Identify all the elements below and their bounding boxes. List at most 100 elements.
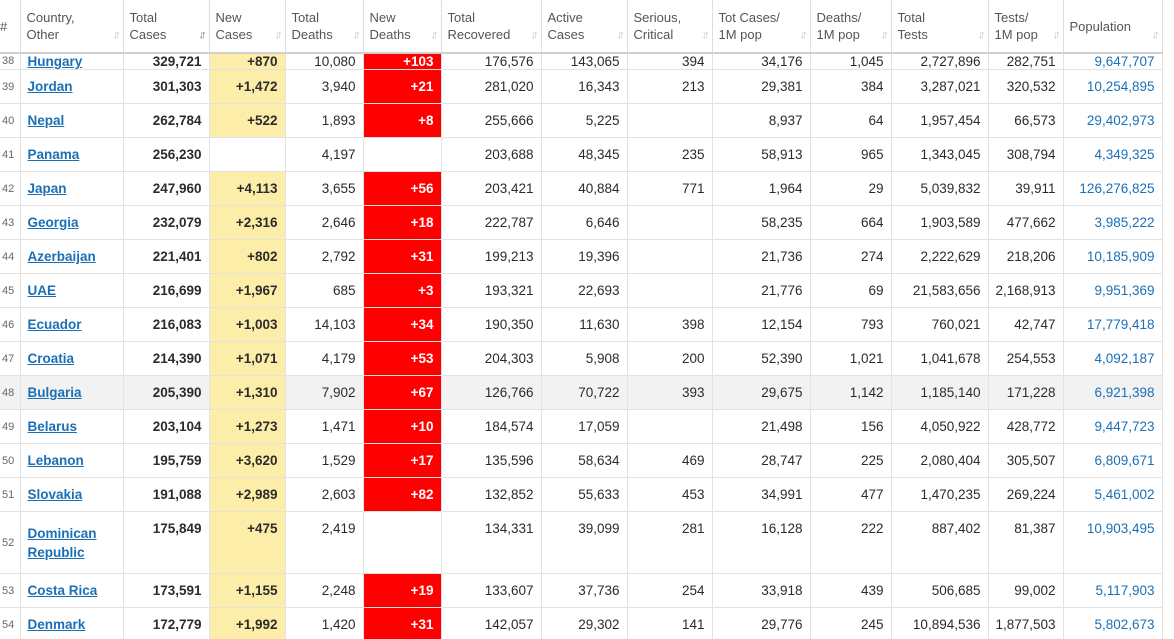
cell-active-cases: 6,646 bbox=[541, 205, 628, 240]
cell-total-tests: 2,222,629 bbox=[891, 239, 989, 274]
country-link[interactable]: Jordan bbox=[28, 79, 73, 94]
cell-total-deaths: 2,646 bbox=[285, 205, 364, 240]
header-label: Tests/ 1M pop bbox=[994, 10, 1038, 42]
sort-arrows-icon[interactable]: ↓↑ bbox=[275, 27, 283, 44]
cell-country: Costa Rica bbox=[20, 573, 124, 608]
cell-total-deaths: 1,471 bbox=[285, 409, 364, 444]
header-total-deaths[interactable]: Total Deaths ↓↑ bbox=[285, 0, 364, 54]
country-link[interactable]: Belarus bbox=[28, 419, 78, 434]
cell-new-cases: +522 bbox=[209, 103, 286, 138]
cell-total-cases: 221,401 bbox=[123, 239, 210, 274]
sort-arrows-icon[interactable]: ↓↑ bbox=[353, 27, 361, 44]
sort-arrows-icon[interactable]: ↓↑ bbox=[113, 27, 121, 44]
header-total-recovered[interactable]: Total Recovered ↓↑ bbox=[441, 0, 542, 54]
cell-total-recovered: 133,607 bbox=[441, 573, 542, 608]
cell-total-cases: 195,759 bbox=[123, 443, 210, 478]
sort-arrows-icon[interactable]: ↓↑ bbox=[702, 27, 710, 44]
cell-rank: 47 bbox=[0, 341, 21, 376]
header-new-cases[interactable]: New Cases ↓↑ bbox=[209, 0, 286, 54]
cell-active-cases: 22,693 bbox=[541, 273, 628, 308]
cell-total-recovered: 176,576 bbox=[441, 53, 542, 70]
header-new-deaths[interactable]: New Deaths ↓↑ bbox=[363, 0, 442, 54]
header-total-cases[interactable]: Total Cases ↓↑ bbox=[123, 0, 210, 54]
cell-new-deaths: +18 bbox=[363, 205, 442, 240]
cell-deaths-per-1m: 477 bbox=[810, 477, 892, 512]
cell-total-deaths: 10,080 bbox=[285, 53, 364, 70]
cell-tests-per-1m: 305,507 bbox=[988, 443, 1064, 478]
country-link[interactable]: Nepal bbox=[28, 113, 65, 128]
header-deaths-per-1m[interactable]: Deaths/ 1M pop ↓↑ bbox=[810, 0, 892, 54]
cell-deaths-per-1m: 69 bbox=[810, 273, 892, 308]
country-link[interactable]: Panama bbox=[28, 147, 80, 162]
cell-active-cases: 37,736 bbox=[541, 573, 628, 608]
cell-serious-critical bbox=[627, 409, 713, 444]
cell-total-tests: 10,894,536 bbox=[891, 607, 989, 639]
country-link[interactable]: Azerbaijan bbox=[28, 249, 96, 264]
cell-total-deaths: 7,902 bbox=[285, 375, 364, 410]
header-cases-per-1m[interactable]: Tot Cases/ 1M pop ↓↑ bbox=[712, 0, 811, 54]
cell-tests-per-1m: 81,387 bbox=[988, 511, 1064, 574]
cell-total-cases: 203,104 bbox=[123, 409, 210, 444]
cell-new-cases bbox=[209, 137, 286, 172]
header-tests-per-1m[interactable]: Tests/ 1M pop ↓↑ bbox=[988, 0, 1064, 54]
cell-rank: 51 bbox=[0, 477, 21, 512]
header-population[interactable]: Population ↓↑ bbox=[1063, 0, 1163, 54]
cell-total-recovered: 203,421 bbox=[441, 171, 542, 206]
cell-deaths-per-1m: 965 bbox=[810, 137, 892, 172]
table-row: 38 Hungary 329,721 +870 10,080 +103 176,576 143… bbox=[0, 53, 1163, 70]
cell-cases-per-1m: 29,381 bbox=[712, 69, 811, 104]
header-total-tests[interactable]: Total Tests ↓↑ bbox=[891, 0, 989, 54]
sort-arrows-icon[interactable]: ↓↑ bbox=[800, 27, 808, 44]
cell-total-cases: 214,390 bbox=[123, 341, 210, 376]
cell-tests-per-1m: 428,772 bbox=[988, 409, 1064, 444]
cell-total-recovered: 184,574 bbox=[441, 409, 542, 444]
table-row: 40 Nepal 262,784 +522 1,893 +8 255,666 5,225 8,9… bbox=[0, 103, 1163, 138]
header-serious-critical[interactable]: Serious, Critical ↓↑ bbox=[627, 0, 713, 54]
country-link[interactable]: Slovakia bbox=[28, 487, 83, 502]
table-row: 42 Japan 247,960 +4,113 3,655 +56 203,421 40,88… bbox=[0, 171, 1163, 206]
country-link[interactable]: Croatia bbox=[28, 351, 75, 366]
cell-deaths-per-1m: 222 bbox=[810, 511, 892, 574]
cell-new-deaths: +56 bbox=[363, 171, 442, 206]
cell-tests-per-1m: 320,532 bbox=[988, 69, 1064, 104]
country-link[interactable]: Bulgaria bbox=[28, 385, 82, 400]
cell-total-recovered: 193,321 bbox=[441, 273, 542, 308]
cell-total-deaths: 3,940 bbox=[285, 69, 364, 104]
country-link[interactable]: Lebanon bbox=[28, 453, 84, 468]
sort-arrows-icon[interactable]: ↓↑ bbox=[1152, 27, 1160, 44]
header-country[interactable]: Country, Other ↓↑ bbox=[20, 0, 124, 54]
cell-total-tests: 1,470,235 bbox=[891, 477, 989, 512]
sort-arrows-icon[interactable]: ↓↑ bbox=[199, 27, 207, 44]
cell-serious-critical: 393 bbox=[627, 375, 713, 410]
cell-cases-per-1m: 1,964 bbox=[712, 171, 811, 206]
country-link[interactable]: Ecuador bbox=[28, 317, 82, 332]
cell-cases-per-1m: 34,176 bbox=[712, 53, 811, 70]
cell-serious-critical: 453 bbox=[627, 477, 713, 512]
cell-active-cases: 11,630 bbox=[541, 307, 628, 342]
country-link[interactable]: Denmark bbox=[28, 617, 86, 632]
cell-tests-per-1m: 39,911 bbox=[988, 171, 1064, 206]
cell-tests-per-1m: 66,573 bbox=[988, 103, 1064, 138]
cell-new-cases: +4,113 bbox=[209, 171, 286, 206]
sort-arrows-icon[interactable]: ↓↑ bbox=[617, 27, 625, 44]
cell-new-deaths: +53 bbox=[363, 341, 442, 376]
cell-country: Belarus bbox=[20, 409, 124, 444]
cell-cases-per-1m: 29,776 bbox=[712, 607, 811, 639]
country-link[interactable]: Japan bbox=[28, 181, 67, 196]
country-link[interactable]: Dominican Republic bbox=[28, 524, 116, 562]
country-link[interactable]: Georgia bbox=[28, 215, 79, 230]
country-link[interactable]: UAE bbox=[28, 283, 57, 298]
country-link[interactable]: Hungary bbox=[28, 54, 83, 69]
cell-country: Lebanon bbox=[20, 443, 124, 478]
country-link[interactable]: Costa Rica bbox=[28, 583, 98, 598]
sort-arrows-icon[interactable]: ↓↑ bbox=[531, 27, 539, 44]
cell-total-deaths: 2,792 bbox=[285, 239, 364, 274]
sort-arrows-icon[interactable]: ↓↑ bbox=[881, 27, 889, 44]
cell-population: 5,802,673 bbox=[1063, 607, 1163, 639]
sort-arrows-icon[interactable]: ↓↑ bbox=[1053, 27, 1061, 44]
sort-arrows-icon[interactable]: ↓↑ bbox=[431, 27, 439, 44]
cell-deaths-per-1m: 1,045 bbox=[810, 53, 892, 70]
header-active-cases[interactable]: Active Cases ↓↑ bbox=[541, 0, 628, 54]
cell-serious-critical: 235 bbox=[627, 137, 713, 172]
sort-arrows-icon[interactable]: ↓↑ bbox=[978, 27, 986, 44]
